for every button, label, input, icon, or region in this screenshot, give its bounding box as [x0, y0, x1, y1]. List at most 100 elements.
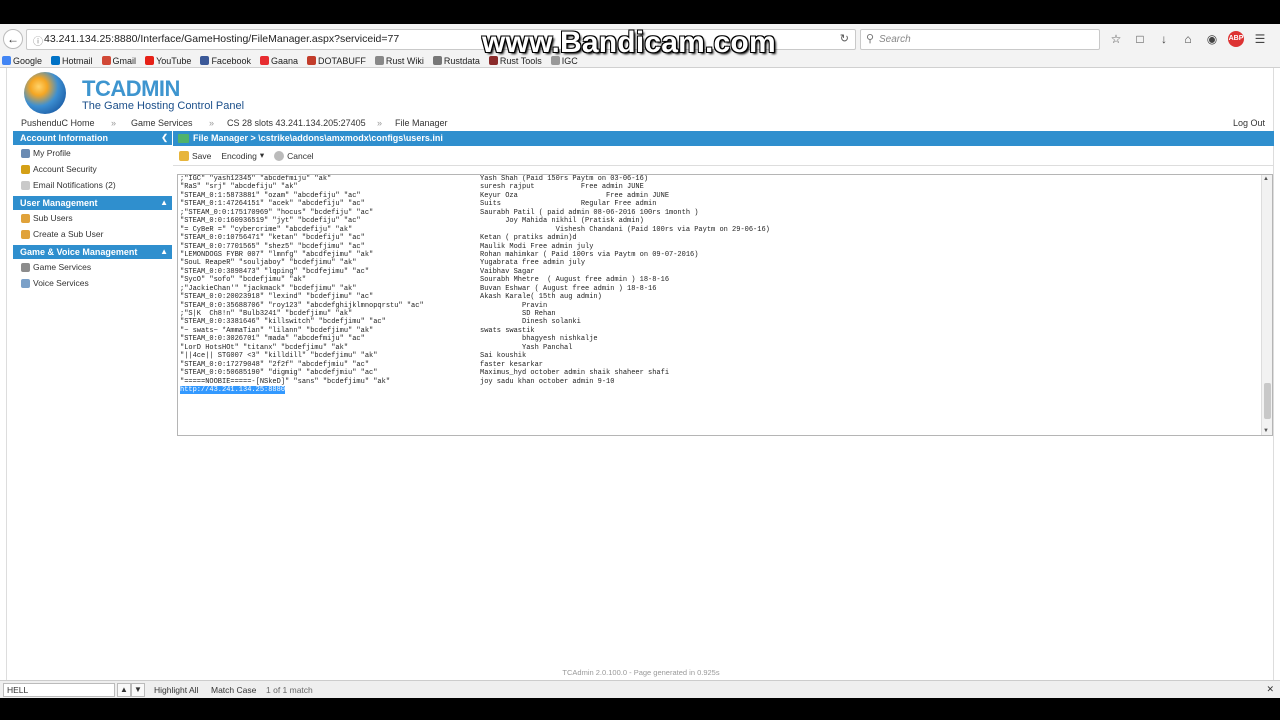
folder-icon — [178, 134, 189, 143]
breadcrumb-home[interactable]: PushenduC Home — [21, 118, 95, 128]
bookmark-item[interactable]: Rustdata — [432, 53, 480, 68]
line-comment: Akash Karale( 15th aug admin) — [480, 293, 602, 302]
scroll-up-icon[interactable]: ▲ — [1263, 176, 1269, 182]
line-entry: "STEAM_0:1:47264151" "acek" "abcdefiju" … — [180, 200, 365, 209]
search-box[interactable]: ⚲ Search — [860, 29, 1100, 50]
sidebar-item-game-services[interactable]: Game Services — [13, 259, 172, 275]
bookmark-item[interactable]: Facebook — [200, 53, 251, 68]
line-comment: Yugabrata free admin july — [480, 259, 586, 268]
sidebar-heading-label: Game & Voice Management — [20, 247, 138, 257]
scroll-down-icon[interactable]: ▼ — [1263, 428, 1269, 434]
sidebar-item-voice-services[interactable]: Voice Services — [13, 275, 172, 291]
back-arrow-icon[interactable]: ← — [3, 29, 23, 49]
sidebar-heading-label: User Management — [20, 198, 98, 208]
breadcrumb-separator: » — [111, 118, 117, 128]
bookmark-label: YouTube — [156, 55, 192, 66]
scrollbar-thumb[interactable] — [1264, 383, 1271, 419]
close-icon[interactable]: ✕ — [1266, 684, 1274, 695]
file-text-editor[interactable]: ;"IGC" "yash12345" "abcdefmiju" "ak" Yash… — [177, 174, 1273, 436]
bookmark-item[interactable]: Gmail — [101, 53, 136, 68]
match-case-toggle[interactable]: Match Case — [211, 685, 256, 695]
line-comment: Dinesh solanki — [480, 318, 581, 327]
bookmark-icon — [101, 56, 111, 65]
pocket-icon[interactable]: ◉ — [1204, 31, 1220, 47]
tcadmin-logo[interactable]: TCADMIN The Game Hosting Control Panel — [19, 70, 259, 116]
sidebar-item-my-profile[interactable]: My Profile — [13, 145, 172, 161]
file-contents[interactable]: ;"IGC" "yash12345" "abcdefmiju" "ak" Yash… — [180, 175, 1260, 395]
sidebar-item-sub-users[interactable]: Sub Users — [13, 210, 172, 226]
file-line: ;"STEAM_0:0:175170969" "hocus" "bcdefiju… — [180, 209, 1260, 217]
bookmark-icon — [259, 56, 269, 65]
bookmark-item[interactable]: Gaana — [259, 53, 298, 68]
file-line: ;"JackieChan'" "jackmack" "bcdefjimu" "a… — [180, 285, 1260, 293]
line-entry: "=====NOOBIE=====-[NSkeD]" "sans" "bcdef… — [180, 377, 391, 386]
line-entry: ;"IGC" "yash12345" "abcdefmiju" "ak" — [180, 175, 332, 183]
download-icon[interactable]: ↓ — [1156, 31, 1172, 47]
file-line: "STEAM_0:0:20023918" "lexind" "bcdefjimu… — [180, 293, 1260, 301]
sidebar-item-account-security[interactable]: Account Security — [13, 161, 172, 177]
adblock-icon[interactable]: ABP — [1228, 31, 1244, 47]
sidebar-item-label: Email Notifications (2) — [33, 180, 116, 190]
logout-link[interactable]: Log Out — [1233, 118, 1265, 128]
file-line: "STEAM_0:0:50685190" "digmig" "abcdefjmi… — [180, 369, 1260, 377]
breadcrumb-separator: » — [209, 118, 215, 128]
bookmark-item[interactable]: DOTABUFF — [307, 53, 366, 68]
sidebar-heading-label: Account Information — [20, 133, 108, 143]
find-input[interactable]: HELL — [3, 683, 115, 697]
screen-top-bar — [0, 0, 1280, 24]
star-icon[interactable]: ☆ — [1108, 31, 1124, 47]
home-icon[interactable]: ⌂ — [1180, 31, 1196, 47]
selected-text[interactable]: http://43.241.134.25:8880 — [180, 385, 286, 395]
line-entry: "STEAM_0:0:50685190" "digmig" "abcdefjmi… — [180, 369, 378, 378]
file-line: "=====NOOBIE=====-[NSkeD]" "sans" "bcdef… — [180, 378, 1260, 386]
cancel-button[interactable]: Cancel — [274, 150, 314, 161]
url-text[interactable]: 43.241.134.25:8880/Interface/GameHosting… — [44, 33, 399, 45]
line-entry: "STEAM_0:0:17279048" "2f2f" "abcdefjmiu"… — [180, 360, 370, 369]
highlight-all-toggle[interactable]: Highlight All — [154, 685, 198, 695]
menu-icon[interactable]: ☰ — [1252, 31, 1268, 47]
line-comment: swats swastik — [480, 326, 535, 335]
file-line: "= CyBeR =" "cybercrime" "abcdefiju" "ak… — [180, 226, 1260, 234]
sidebar-item-email-notifications[interactable]: Email Notifications (2) — [13, 177, 172, 193]
sidebar-heading-user-management[interactable]: User Management ▲ — [13, 196, 172, 210]
sidebar-item-create-sub-user[interactable]: Create a Sub User — [13, 226, 172, 242]
file-line: "STEAM_0:0:3898473" "lqping" "bcdfejimu"… — [180, 268, 1260, 276]
line-entry: "STEAM_0:0:3026701" "mada" "abcdefmiju" … — [180, 335, 365, 344]
save-button[interactable]: Save — [179, 150, 211, 161]
bookmark-item[interactable]: Rust Wiki — [374, 53, 424, 68]
line-entry: "STEAM_0:0:35688706" "roy123" "abcdefghi… — [180, 301, 424, 310]
globe-logo-icon — [24, 72, 66, 114]
file-line: "RaS" "srj" "abcdefiju" "ak" suresh rajpu… — [180, 183, 1260, 191]
line-entry: "SycO" "sofo" "bcdefjimu" "ak" — [180, 276, 307, 285]
sidebar-item-label: Create a Sub User — [33, 229, 104, 239]
encoding-dropdown[interactable]: Encoding ▾ — [221, 150, 264, 161]
line-comment: Yash Panchal — [480, 343, 573, 352]
line-comment: Sai koushik — [480, 352, 527, 361]
sidebar: Account Information ❮ My Profile Account … — [13, 131, 172, 291]
clipboard-icon[interactable]: □ — [1132, 31, 1148, 47]
line-entry: "RaS" "srj" "abcdefiju" "ak" — [180, 183, 298, 192]
bookmark-item[interactable]: YouTube — [145, 53, 191, 68]
reload-icon[interactable]: ↻ — [840, 32, 849, 45]
breadcrumb-service[interactable]: CS 28 slots 43.241.134.205:27405 — [227, 118, 366, 128]
file-line: "LEMONDOGS FYBR 007" "lmnfg" "abcdfejimu… — [180, 251, 1260, 259]
line-entry: "~ swats~ *AmmaTian" "lilann" "bcdefjimu… — [180, 326, 374, 335]
find-previous-button[interactable]: ▲ — [117, 683, 131, 697]
editor-scrollbar[interactable]: ▲ ▼ — [1261, 175, 1272, 435]
line-entry: "STEAM_0:0:7701565" "shez5" "bcdefjimu" … — [180, 242, 365, 251]
line-entry: "STEAM_0:0:10756471" "ketan" "bcdefiju" … — [180, 234, 365, 243]
breadcrumb: PushenduC Home » Game Services » CS 28 s… — [19, 116, 1269, 130]
encoding-label: Encoding — [221, 150, 257, 161]
file-line: "STEAM_0:0:10756471" "ketan" "bcdefiju" … — [180, 234, 1260, 242]
sidebar-heading-game-voice[interactable]: Game & Voice Management ▲ — [13, 245, 172, 259]
bookmark-item[interactable]: Google — [2, 53, 42, 68]
sidebar-heading-account[interactable]: Account Information ❮ — [13, 131, 172, 145]
line-entry: "STEAM_0:0:3381646" "killswitch" "bcdefj… — [180, 318, 386, 327]
find-next-button[interactable]: ▼ — [131, 683, 145, 697]
breadcrumb-game-services[interactable]: Game Services — [131, 118, 193, 128]
bookmark-label: Rustdata — [443, 55, 480, 66]
file-line: "STEAM_0:0:3026701" "mada" "abcdefmiju" … — [180, 335, 1260, 343]
page-container: TCADMIN The Game Hosting Control Panel P… — [6, 68, 1274, 680]
bookmark-item[interactable]: Hotmail — [51, 53, 93, 68]
panel-title: File Manager > \cstrike\addons\amxmodx\c… — [193, 133, 443, 143]
